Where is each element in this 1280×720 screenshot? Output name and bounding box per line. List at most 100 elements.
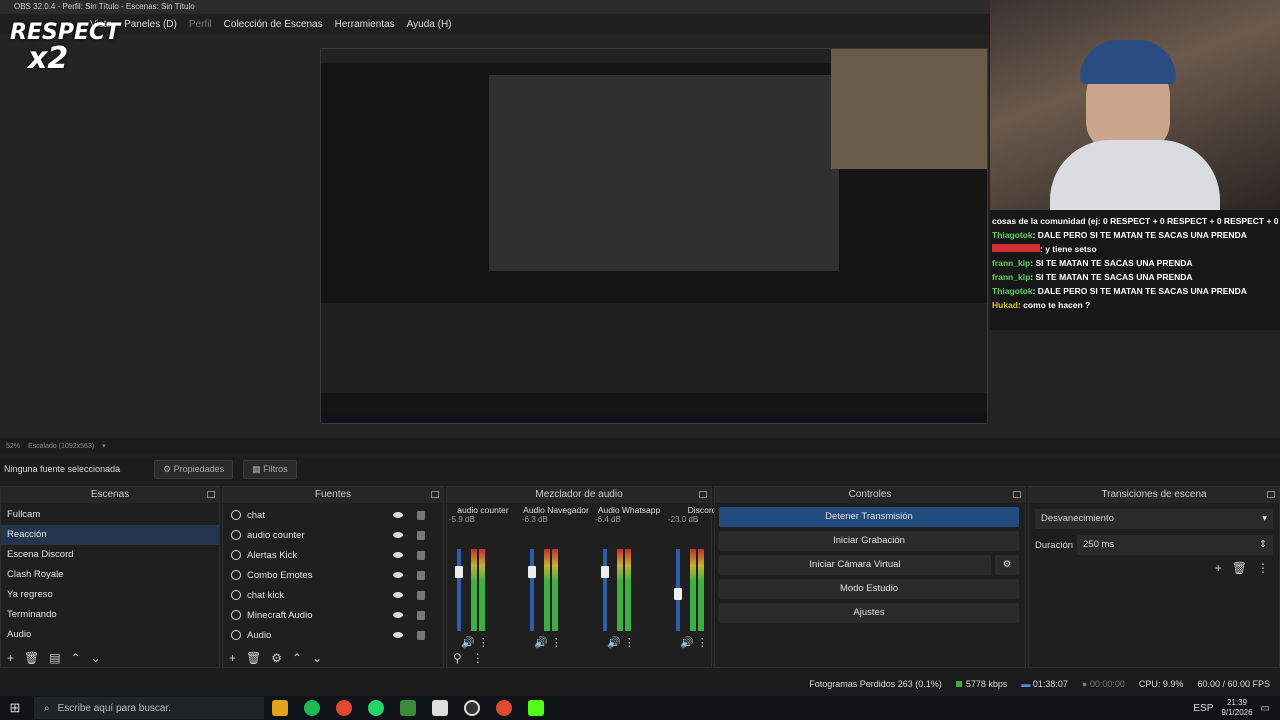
- channel-menu-icon[interactable]: ⋮: [551, 637, 562, 649]
- lock-icon[interactable]: [417, 550, 425, 560]
- move-down-icon[interactable]: ⌄: [91, 651, 101, 665]
- lock-icon[interactable]: [417, 530, 425, 540]
- visibility-eye-icon[interactable]: [393, 592, 403, 598]
- undock-icon[interactable]: [1267, 491, 1275, 498]
- minecraft-icon[interactable]: [400, 700, 416, 716]
- scene-item[interactable]: Audio: [1, 625, 219, 645]
- scenes-title: Escenas: [1, 487, 219, 503]
- source-item[interactable]: audio counter: [223, 525, 443, 545]
- add-transition-icon[interactable]: +: [1215, 561, 1222, 575]
- obs-icon[interactable]: [464, 700, 480, 716]
- spinner-icon[interactable]: ⇕: [1259, 535, 1273, 555]
- mixer-menu-icon[interactable]: ⋮: [472, 651, 484, 665]
- volume-slider-knob[interactable]: [528, 565, 536, 578]
- remove-transition-icon[interactable]: 🗑: [1232, 561, 1247, 575]
- undock-icon[interactable]: [699, 491, 707, 498]
- source-item[interactable]: Minecraft Audio: [223, 605, 443, 625]
- spotify-icon[interactable]: [304, 700, 320, 716]
- menu-ayuda[interactable]: Ayuda (H): [407, 19, 452, 30]
- channel-menu-icon[interactable]: ⋮: [697, 637, 708, 649]
- move-up-icon[interactable]: ⌃: [292, 651, 302, 665]
- visibility-eye-icon[interactable]: [393, 552, 403, 558]
- mixer-link-icon[interactable]: ⚲: [453, 651, 462, 665]
- menu-paneles[interactable]: Paneles (D): [124, 19, 177, 30]
- source-settings-icon[interactable]: ⚙: [271, 651, 282, 665]
- channel-menu-icon[interactable]: ⋮: [624, 637, 635, 649]
- remove-scene-icon[interactable]: 🗑: [24, 651, 39, 665]
- visibility-eye-icon[interactable]: [393, 532, 403, 538]
- menu-perfil[interactable]: Perfil: [189, 19, 212, 30]
- scene-item[interactable]: Fullcam: [1, 505, 219, 525]
- filter-scene-icon[interactable]: ▤: [49, 651, 60, 665]
- scene-item[interactable]: Reacción: [1, 525, 219, 545]
- studio-mode-button[interactable]: Modo Estudio: [719, 579, 1019, 599]
- add-scene-icon[interactable]: +: [7, 651, 14, 665]
- lock-icon[interactable]: [417, 570, 425, 580]
- scene-item[interactable]: Escena Discord: [1, 545, 219, 565]
- scaling-dropdown-icon[interactable]: ▾: [102, 442, 106, 450]
- speaker-icon[interactable]: 🔊: [534, 637, 548, 649]
- properties-button[interactable]: ⚙ Propiedades: [154, 459, 234, 479]
- move-down-icon[interactable]: ⌄: [312, 651, 322, 665]
- mixer-title: Mezclador de audio: [447, 487, 711, 503]
- menu-coleccion-escenas[interactable]: Colección de Escenas: [224, 19, 323, 30]
- duration-input[interactable]: 250 ms ⇕: [1077, 535, 1273, 555]
- preview-status-row: 52% Escalado (1092x563) ▾: [0, 438, 1280, 454]
- lock-icon[interactable]: [417, 510, 425, 520]
- source-item[interactable]: chat: [223, 505, 443, 525]
- language-indicator[interactable]: ESP: [1193, 703, 1221, 714]
- source-item[interactable]: Combo Emotes: [223, 565, 443, 585]
- taskbar-search[interactable]: ⌕ Escribe aquí para buscar.: [34, 697, 264, 719]
- virtual-camera-settings-icon[interactable]: ⚙: [995, 555, 1019, 575]
- lock-icon[interactable]: [417, 610, 425, 620]
- volume-slider-knob[interactable]: [674, 588, 682, 601]
- scene-item[interactable]: Clash Royale: [1, 565, 219, 585]
- scene-item[interactable]: Ya regreso: [1, 585, 219, 605]
- channel-menu-icon[interactable]: ⋮: [478, 637, 489, 649]
- window-title: OBS 32.0.4 - Perfil: Sin Título - Escena…: [0, 0, 990, 14]
- speaker-icon[interactable]: 🔊: [607, 637, 621, 649]
- source-item[interactable]: chat kick: [223, 585, 443, 605]
- remove-source-icon[interactable]: 🗑: [246, 651, 261, 665]
- volume-slider[interactable]: [457, 549, 461, 631]
- chrome-icon[interactable]: [496, 700, 512, 716]
- visibility-eye-icon[interactable]: [393, 512, 403, 518]
- zoom-level[interactable]: 52%: [6, 443, 20, 450]
- source-item[interactable]: Audio: [223, 625, 443, 645]
- scene-item[interactable]: Terminando: [1, 605, 219, 625]
- menu-herramientas[interactable]: Herramientas: [335, 19, 395, 30]
- lock-icon[interactable]: [417, 630, 425, 640]
- kick-icon[interactable]: [528, 700, 544, 716]
- speaker-icon[interactable]: 🔊: [680, 637, 694, 649]
- transition-menu-icon[interactable]: ⋮: [1257, 561, 1269, 575]
- chat-overlay: cosas de la comunidad (ej: 0 RESPECT + 0…: [990, 210, 1280, 330]
- transition-select[interactable]: Desvanecimiento ▾: [1035, 509, 1273, 529]
- chrome-icon[interactable]: [336, 700, 352, 716]
- source-item[interactable]: Alertas Kick: [223, 545, 443, 565]
- calendar-icon[interactable]: [432, 700, 448, 716]
- volume-slider-knob[interactable]: [601, 565, 609, 578]
- notification-icon[interactable]: ▭: [1261, 703, 1280, 714]
- settings-button[interactable]: Ajustes: [719, 603, 1019, 623]
- speaker-icon[interactable]: 🔊: [461, 637, 475, 649]
- visibility-eye-icon[interactable]: [393, 632, 403, 638]
- visibility-eye-icon[interactable]: [393, 612, 403, 618]
- undock-icon[interactable]: [431, 491, 439, 498]
- whatsapp-icon[interactable]: [368, 700, 384, 716]
- start-virtual-camera-button[interactable]: Iniciar Cámara Virtual: [719, 555, 991, 575]
- lock-icon[interactable]: [417, 590, 425, 600]
- volume-slider-knob[interactable]: [455, 565, 463, 578]
- clock[interactable]: 21:39 9/1/2026: [1221, 698, 1260, 718]
- windows-start-icon[interactable]: ⊞: [0, 700, 30, 716]
- stop-stream-button[interactable]: Detener Transmisión: [719, 507, 1019, 527]
- visibility-eye-icon[interactable]: [393, 572, 403, 578]
- move-up-icon[interactable]: ⌃: [71, 651, 81, 665]
- undock-icon[interactable]: [207, 491, 215, 498]
- volume-slider[interactable]: [530, 549, 534, 631]
- volume-slider[interactable]: [603, 549, 607, 631]
- undock-icon[interactable]: [1013, 491, 1021, 498]
- add-source-icon[interactable]: +: [229, 651, 236, 665]
- file-explorer-icon[interactable]: [272, 700, 288, 716]
- filters-button[interactable]: ▦ Filtros: [243, 459, 297, 479]
- start-recording-button[interactable]: Iniciar Grabación: [719, 531, 1019, 551]
